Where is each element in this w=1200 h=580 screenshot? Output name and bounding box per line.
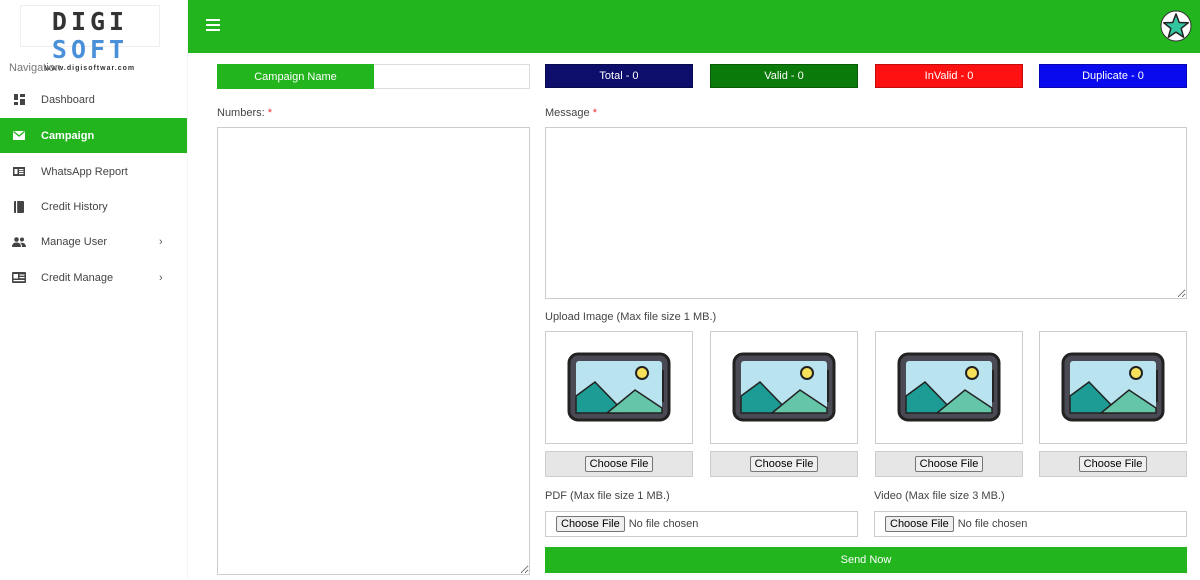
required-asterisk: *: [592, 107, 597, 119]
pdf-label: PDF (Max file size 1 MB.): [545, 490, 670, 502]
top-bar: [188, 0, 1200, 53]
image-placeholder-icon: [732, 352, 836, 421]
image-placeholder-icon: [897, 352, 1001, 421]
sidebar-item-label: WhatsApp Report: [41, 165, 128, 178]
sidebar-item-label: Credit History: [41, 200, 108, 213]
sidebar-item-credit-history[interactable]: Credit History: [0, 189, 187, 224]
dashboard-icon: [12, 93, 26, 107]
required-asterisk: *: [267, 107, 273, 119]
pdf-file-input: Choose File No file chosen: [545, 511, 858, 537]
numbers-label: Numbers: *: [217, 107, 272, 119]
campaign-name-label: Campaign Name: [217, 64, 374, 89]
image-preview-3: [875, 331, 1023, 444]
image-preview-2: [710, 331, 858, 444]
choose-file-button[interactable]: Choose File: [749, 456, 819, 472]
video-file-input: Choose File No file chosen: [874, 511, 1187, 537]
hamburger-menu-icon[interactable]: [206, 19, 220, 31]
pdf-choose-file-button[interactable]: Choose File: [556, 516, 625, 532]
total-count-badge: Total - 0: [545, 64, 693, 88]
sidebar-item-label: Manage User: [41, 235, 108, 248]
sidebar-item-whatsapp-report[interactable]: WhatsApp Report: [0, 154, 187, 189]
logo-text: DIGI SOFT: [21, 8, 159, 64]
message-textarea[interactable]: [545, 127, 1187, 299]
sidebar: DIGI SOFT www.digisoftwar.com Navigation…: [0, 0, 187, 580]
image-file-input-2: Choose File: [710, 451, 858, 477]
choose-file-button[interactable]: Choose File: [1078, 456, 1148, 472]
send-now-button[interactable]: Send Now: [545, 547, 1187, 573]
choose-file-button[interactable]: Choose File: [584, 456, 654, 472]
nav-heading: Navigation: [9, 62, 61, 74]
video-label: Video (Max file size 3 MB.): [874, 490, 1005, 502]
chevron-right-icon: ›: [159, 271, 163, 284]
chevron-right-icon: ›: [159, 235, 163, 248]
book-icon: [12, 200, 26, 214]
star-icon[interactable]: [1160, 10, 1192, 42]
users-icon: [12, 235, 26, 249]
numbers-textarea[interactable]: [217, 127, 530, 575]
numbers-label-text: Numbers:: [217, 107, 265, 119]
video-choose-file-button[interactable]: Choose File: [885, 516, 954, 532]
main-content: Campaign Name Total - 0 Valid - 0 InVali…: [188, 53, 1200, 580]
sidebar-item-label: Campaign: [41, 129, 95, 142]
video-file-status: No file chosen: [957, 518, 1028, 530]
logo[interactable]: DIGI SOFT www.digisoftwar.com: [20, 5, 160, 72]
valid-count-badge: Valid - 0: [710, 64, 858, 88]
image-placeholder-icon: [567, 352, 671, 421]
image-placeholder-icon: [1061, 352, 1165, 421]
logo-text-soft: SOFT: [51, 35, 129, 64]
image-file-input-3: Choose File: [875, 451, 1023, 477]
message-label-text: Message: [545, 107, 590, 119]
message-label: Message *: [545, 107, 597, 119]
duplicate-count-badge: Duplicate - 0: [1039, 64, 1187, 88]
sidebar-item-dashboard[interactable]: Dashboard: [0, 82, 187, 117]
sidebar-item-manage-user[interactable]: Manage User ›: [0, 224, 187, 259]
sidebar-item-label: Dashboard: [41, 93, 95, 106]
campaign-name-input[interactable]: [374, 64, 530, 89]
sidebar-item-credit-manage[interactable]: Credit Manage ›: [0, 260, 187, 295]
card-icon: [12, 271, 26, 285]
mail-icon: [12, 129, 26, 143]
upload-image-label: Upload Image (Max file size 1 MB.): [545, 311, 717, 323]
sidebar-item-label: Credit Manage: [41, 271, 114, 284]
sidebar-item-campaign[interactable]: Campaign: [0, 118, 187, 153]
report-icon: [12, 165, 26, 179]
choose-file-button[interactable]: Choose File: [914, 456, 984, 472]
logo-text-digi: DIGI: [51, 7, 129, 36]
image-preview-4: [1039, 331, 1187, 444]
invalid-count-badge: InValid - 0: [875, 64, 1023, 88]
pdf-file-status: No file chosen: [628, 518, 699, 530]
image-preview-1: [545, 331, 693, 444]
image-file-input-1: Choose File: [545, 451, 693, 477]
image-file-input-4: Choose File: [1039, 451, 1187, 477]
